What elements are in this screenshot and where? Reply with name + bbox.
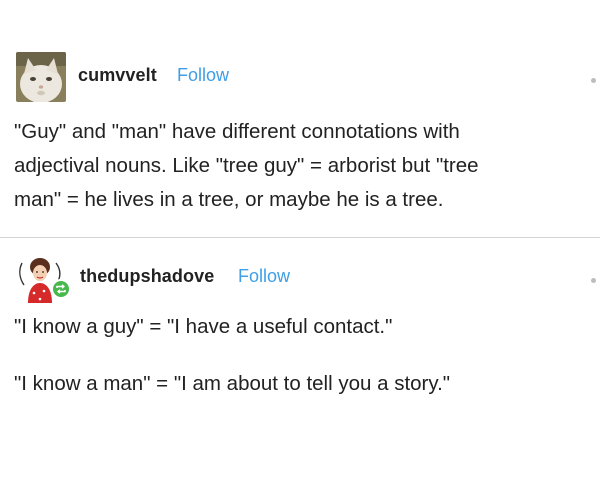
post-text-line: "I know a guy" = "I have a useful contac… xyxy=(14,315,393,338)
cat-avatar-icon[interactable] xyxy=(16,52,66,102)
post-cumvvelt: cumvvelt Follow "Guy" and "man" have dif… xyxy=(0,0,600,237)
username[interactable]: thedupshadove xyxy=(80,266,214,287)
post-text-line: adjectival nouns. Like "tree guy" = arbo… xyxy=(14,154,479,177)
woman-avatar-icon[interactable] xyxy=(16,255,71,305)
more-options-icon[interactable] xyxy=(591,278,596,283)
username[interactable]: cumvvelt xyxy=(78,65,157,86)
post-text-line: "I know a man" = "I am about to tell you… xyxy=(14,372,451,395)
reblog-icon xyxy=(51,279,71,299)
more-options-icon[interactable] xyxy=(591,78,596,83)
post-text-line: "Guy" and "man" have different connotati… xyxy=(14,120,460,143)
follow-button[interactable]: Follow xyxy=(238,266,290,287)
post-text-line: man" = he lives in a tree, or maybe he i… xyxy=(14,188,444,211)
post-thedupshadove: thedupshadove Follow "I know a guy" = "I… xyxy=(0,238,600,495)
follow-button[interactable]: Follow xyxy=(177,65,229,86)
